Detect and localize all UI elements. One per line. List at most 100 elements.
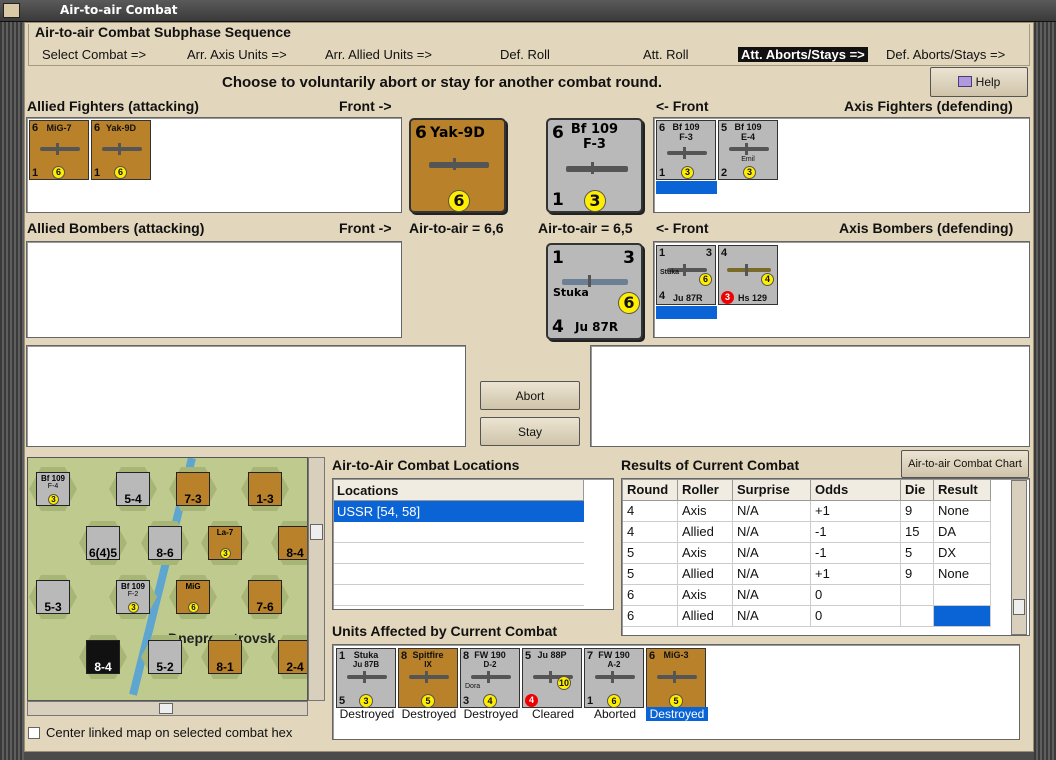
- seq-step-def-roll: Def. Roll: [500, 47, 550, 62]
- results-cell: N/A: [733, 543, 811, 564]
- map-unit-counter[interactable]: 8-4: [278, 526, 307, 560]
- unit-defense: 1: [552, 190, 564, 210]
- allied-bombers-front: Front ->: [339, 220, 392, 236]
- affected-unit-status: Aborted: [593, 707, 637, 721]
- locations-list[interactable]: Locations USSR [54, 58]: [332, 478, 614, 610]
- unit-defense: 3: [463, 695, 470, 707]
- map-unit-counter[interactable]: 8-1: [208, 640, 242, 674]
- results-table: Round Roller Surprise Odds Die Result 4 Axis N/A…: [621, 478, 1030, 636]
- map-unit-counter[interactable]: 6(4)5: [86, 526, 120, 560]
- seq-step-arr-axis: Arr. Axis Units =>: [187, 47, 287, 62]
- results-cell: 4: [623, 501, 678, 522]
- unit-counter-bf109f3[interactable]: 6 Bf 109 F-3 1 3: [656, 120, 716, 180]
- results-column-header[interactable]: Roller: [678, 480, 733, 501]
- scroll-thumb[interactable]: [310, 524, 323, 540]
- axis-fighters-label: Axis Fighters (defending): [844, 98, 1013, 114]
- affected-unit-counter[interactable]: 5 Ju 88P 4 10: [522, 648, 582, 708]
- map-unit-counter[interactable]: 5-2: [148, 640, 182, 674]
- allied-bombers-box[interactable]: [26, 241, 402, 338]
- map-unit-counter[interactable]: 7-6: [248, 580, 282, 614]
- unit-value: 5: [421, 694, 435, 708]
- seq-step-att-aborts-active: Att. Aborts/Stays =>: [738, 47, 868, 62]
- active-axis-fighter-counter[interactable]: 6 Bf 109 F-3 1 3: [546, 118, 643, 213]
- affected-unit-counter[interactable]: 8 Spitfire IX 5: [398, 648, 458, 708]
- unit-value: 6: [607, 694, 621, 708]
- abort-button[interactable]: Abort: [480, 381, 580, 410]
- results-cell: Allied: [678, 522, 733, 543]
- results-cell: N/A: [733, 522, 811, 543]
- map-unit-counter[interactable]: 5-4: [116, 472, 150, 506]
- results-column-header[interactable]: Result: [934, 480, 991, 501]
- seq-step-arr-allied: Arr. Allied Units =>: [325, 47, 432, 62]
- scroll-thumb[interactable]: [1013, 599, 1025, 615]
- map-unit-counter[interactable]: 5-3: [36, 580, 70, 614]
- results-cell: 4: [623, 522, 678, 543]
- unit-defense: 4: [552, 317, 564, 337]
- affected-units-list: 1 Stuka Ju 87B 5 3 Destroyed 8 Spitfire IX 5 Destr…: [333, 645, 1019, 739]
- unit-value: 6: [114, 166, 127, 179]
- unit-counter-bf109e4[interactable]: 5 Bf 109 E-4 Emil 2 3: [718, 120, 778, 180]
- map-unit-text: 8-6: [156, 546, 174, 560]
- title-bar[interactable]: Air-to-air Combat: [0, 0, 1056, 22]
- results-cell: None: [934, 501, 991, 522]
- allied-fighters-front: Front ->: [339, 98, 392, 114]
- map-unit-counter[interactable]: 7-3: [176, 472, 210, 506]
- plane-icon: [40, 143, 80, 155]
- unit-name: FW 190: [474, 650, 506, 660]
- results-column-header[interactable]: Die: [901, 480, 934, 501]
- unit-value: 4: [483, 694, 497, 708]
- plane-icon: [667, 147, 707, 159]
- results-column-header[interactable]: Round: [623, 480, 678, 501]
- location-row-selected[interactable]: USSR [54, 58]: [334, 501, 584, 522]
- unit-counter-yak9d[interactable]: 6 Yak-9D 1 6: [91, 120, 151, 180]
- map-unit-counter[interactable]: Bf 109 F-2 3: [116, 580, 150, 614]
- affected-unit-counter[interactable]: 1 Stuka Ju 87B 5 3: [336, 648, 396, 708]
- unit-attack: 1: [552, 248, 564, 268]
- affected-unit-counter[interactable]: 6 MiG-3 5: [646, 648, 706, 708]
- map-unit-counter[interactable]: Bf 109 F-4 3: [36, 472, 70, 506]
- scroll-thumb[interactable]: [159, 703, 173, 714]
- results-column-header[interactable]: Odds: [811, 480, 901, 501]
- map-unit-counter[interactable]: 8-6: [148, 526, 182, 560]
- unit-counter-hs129[interactable]: 4 4 3 Hs 129: [718, 245, 778, 305]
- map-unit-counter[interactable]: 8-4: [86, 640, 120, 674]
- affected-unit-status: Destroyed: [339, 707, 395, 721]
- results-cell: [901, 606, 934, 627]
- map-unit-text: 2-4: [286, 660, 304, 674]
- stay-button[interactable]: Stay: [480, 417, 580, 446]
- results-scrollbar[interactable]: [1011, 480, 1027, 635]
- unit-counter-mig7[interactable]: 6 MiG-7 1 6: [29, 120, 89, 180]
- unit-top-value: 3: [705, 247, 712, 259]
- mini-map[interactable]: Dnepropetrovsk Bf 109F-435-47-31-36(4)58…: [27, 457, 308, 701]
- unit-name: Stuka: [353, 650, 379, 660]
- frame-right-edge: [1034, 22, 1056, 760]
- center-map-checkbox[interactable]: [28, 727, 40, 739]
- map-unit-counter[interactable]: 2-4: [278, 640, 307, 674]
- unit-name: Yak-9D: [105, 123, 137, 133]
- air-combat-chart-button[interactable]: Air-to-air Combat Chart: [901, 450, 1029, 478]
- affected-unit-counter[interactable]: 7 FW 190 A-2 1 6: [584, 648, 644, 708]
- map-unit-text: 1-3: [256, 492, 274, 506]
- map-vertical-scrollbar[interactable]: [308, 457, 325, 701]
- unit-subtype: F-3: [583, 137, 606, 152]
- axis-bombers-label: Axis Bombers (defending): [839, 220, 1014, 236]
- map-unit-counter[interactable]: 1-3: [248, 472, 282, 506]
- map-unit-counter[interactable]: MiG 6: [176, 580, 210, 614]
- seq-step-def-aborts: Def. Aborts/Stays =>: [886, 47, 1006, 62]
- unit-value: 3: [681, 166, 694, 179]
- plane-icon: [595, 671, 635, 683]
- results-column-header[interactable]: Surprise: [733, 480, 811, 501]
- results-grid: Round Roller Surprise Odds Die Result 4 Axis N/A…: [623, 480, 991, 630]
- allied-message-box: [26, 345, 466, 447]
- help-button[interactable]: Help: [930, 67, 1028, 97]
- map-horizontal-scrollbar[interactable]: [27, 701, 308, 716]
- map-unit-counter[interactable]: La-7 3: [208, 526, 242, 560]
- active-allied-counter[interactable]: 6 Yak-9D 6: [409, 118, 506, 213]
- unit-name: Bf 109: [734, 122, 762, 132]
- seq-step-select: Select Combat =>: [42, 47, 147, 62]
- results-cell: Allied: [678, 564, 733, 585]
- unit-name: Bf 109: [672, 122, 700, 132]
- affected-unit-counter[interactable]: 8 FW 190 D-2 Dora 3 4: [460, 648, 520, 708]
- unit-counter-stuka[interactable]: 1 3 Stuka 6 4 Ju 87R: [656, 245, 716, 305]
- active-axis-bomber-counter[interactable]: 1 3 Stuka 6 4 Ju 87R: [546, 243, 643, 340]
